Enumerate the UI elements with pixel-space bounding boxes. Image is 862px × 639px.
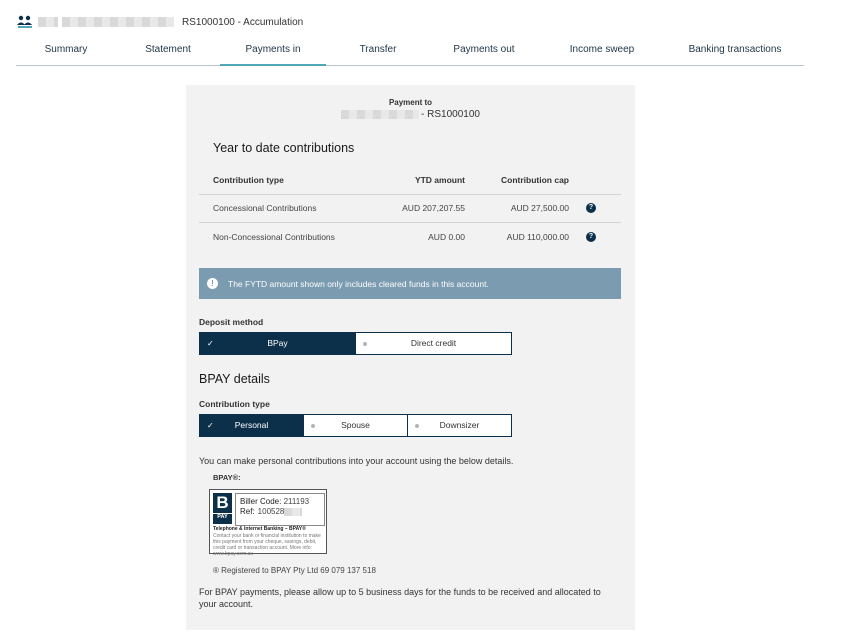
bpay-logo-text: PAY [213, 513, 232, 520]
bpay-details-title: BPAY details [199, 372, 270, 386]
info-icon: ! [207, 278, 218, 289]
help-icon[interactable]: ? [586, 232, 596, 242]
row-type: Concessional Contributions [213, 203, 317, 213]
bpay-box-text: Contact your bank or financial instituti… [213, 533, 321, 557]
deposit-method-label: Deposit method [199, 317, 264, 327]
row-divider [199, 194, 621, 195]
biller-code-line: Biller Code: 211193 [240, 497, 324, 506]
payment-to-account: - RS1000100 [421, 109, 480, 120]
info-banner: ! The FYTD amount shown only includes cl… [199, 268, 621, 299]
help-icon[interactable]: ? [586, 203, 596, 213]
redacted-payee [341, 110, 420, 119]
redacted-account-name [62, 17, 174, 27]
radio-dot-icon [415, 423, 419, 428]
check-icon: ✓ [207, 339, 214, 348]
ref-value: 100528 [257, 507, 285, 516]
ytd-title: Year to date contributions [213, 141, 355, 155]
deposit-option-direct-credit[interactable]: Direct credit [355, 333, 511, 354]
bpay-biller-box: B PAY Biller Code: 211193 Ref: 100528 Te… [209, 489, 327, 557]
deposit-method-selector: ✓ BPay Direct credit [199, 332, 512, 355]
ref-line: Ref: 100528 [240, 507, 324, 516]
tab-transfer[interactable]: Transfer [326, 38, 430, 65]
biller-details: Biller Code: 211193 Ref: 100528 [235, 493, 325, 526]
bpay-box-heading: Telephone & Internet Banking – BPAY® [213, 526, 306, 532]
biller-code-value: 211193 [283, 497, 310, 506]
contribution-option-downsizer[interactable]: Downsizer [407, 415, 511, 436]
bpay-logo-icon: B PAY [213, 493, 232, 524]
row-divider [199, 222, 621, 223]
account-title: RS1000100 - Accumulation [182, 16, 304, 28]
bpay-registered-note: ® Registered to BPAY Pty Ltd 69 079 137 … [213, 566, 376, 575]
row-cap: AUD 110,000.00 [506, 232, 569, 242]
bpay-footer-note: For BPAY payments, please allow up to 5 … [199, 587, 601, 609]
radio-dot-icon [311, 423, 315, 428]
deposit-option-label: BPay [267, 338, 288, 348]
deposit-option-label: Direct credit [410, 338, 457, 348]
col-contribution-type: Contribution type [213, 175, 284, 185]
tab-payments-in[interactable]: Payments in [220, 38, 326, 66]
row-cap: AUD 27,500.00 [510, 203, 569, 213]
tab-statement[interactable]: Statement [116, 38, 220, 65]
contribution-option-label: Personal [234, 420, 269, 430]
tab-income-sweep[interactable]: Income sweep [538, 38, 666, 65]
contribution-type-label: Contribution type [199, 399, 270, 409]
row-type: Non-Concessional Contributions [213, 232, 335, 242]
account-header: RS1000100 - Accumulation [16, 12, 303, 32]
contribution-option-personal[interactable]: ✓ Personal [200, 415, 303, 436]
row-ytd-amount: AUD 207,207.55 [402, 203, 465, 213]
bpay-heading: BPAY®: [213, 473, 241, 482]
contribution-option-label: Downsizer [439, 420, 480, 430]
contribution-option-label: Spouse [341, 420, 370, 430]
bpay-intro-text: You can make personal contributions into… [199, 456, 514, 466]
tab-banking-transactions[interactable]: Banking transactions [666, 38, 804, 65]
info-banner-text: The FYTD amount shown only includes clea… [228, 278, 489, 289]
payment-to-label: Payment to [388, 98, 433, 107]
biller-code-label: Biller Code: [240, 497, 282, 506]
deposit-option-bpay[interactable]: ✓ BPay [200, 333, 355, 354]
users-icon [17, 15, 32, 28]
redacted-name-part [38, 17, 58, 27]
tab-payments-out[interactable]: Payments out [430, 38, 538, 65]
col-contribution-cap: Contribution cap [501, 175, 569, 185]
check-icon: ✓ [207, 421, 214, 430]
col-ytd-amount: YTD amount [414, 175, 465, 185]
contribution-type-selector: ✓ Personal Spouse Downsizer [199, 414, 512, 437]
payment-to-value: - RS1000100 [186, 109, 635, 120]
tab-bar: Summary Statement Payments in Transfer P… [16, 38, 804, 66]
contribution-option-spouse[interactable]: Spouse [303, 415, 407, 436]
tab-summary[interactable]: Summary [16, 38, 116, 65]
radio-dot-icon [363, 341, 367, 346]
redacted-ref [284, 507, 303, 516]
ref-label: Ref: [240, 507, 255, 516]
row-ytd-amount: AUD 0.00 [428, 232, 465, 242]
bpay-logo-mark: B [216, 493, 229, 512]
